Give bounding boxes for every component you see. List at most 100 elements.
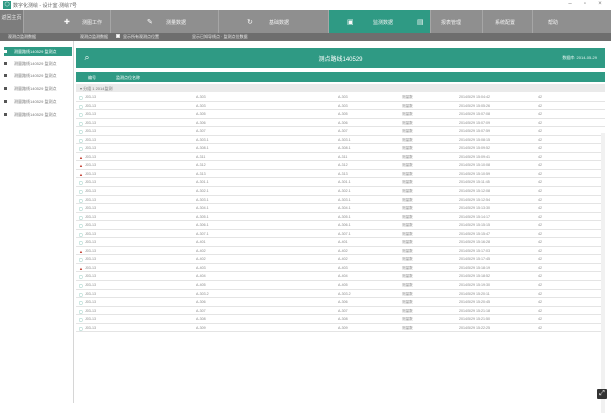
sub-item-obs-data[interactable]: 观测点监测数据 (8, 34, 36, 40)
home-button[interactable]: 返回主页 (0, 10, 24, 33)
table-row[interactable]: ▢J03-13A-305.1A-305.1测量数2014/5/29 15:14:… (76, 213, 605, 222)
expand-icon[interactable]: ⤢ (597, 389, 607, 399)
bullet-icon (4, 62, 7, 65)
nav-item-settings[interactable]: 系统配置 (483, 10, 533, 33)
sub-item-obs-data-2[interactable]: 观测点监测数据 (80, 34, 108, 40)
table-row[interactable]: ▢J03-13A-304.1A-304.1测量数2014/5/29 15:13:… (76, 204, 605, 213)
cell-time: 2014/5/29 15:10:08 (459, 163, 490, 167)
cell-id: J03-13 (85, 121, 96, 125)
sidebar-item-route-2[interactable]: 测量路线140529 监测点 (4, 59, 72, 68)
cell-time: 2014/5/29 15:04:42 (459, 95, 490, 99)
show-all-checkbox[interactable] (116, 34, 120, 38)
table-row[interactable]: ▢J03-13A-404A-404测量数2014/5/29 15:18:5242 (76, 272, 605, 281)
minimize-icon[interactable]: – (565, 1, 575, 7)
cell-adjusted: A-306 (338, 300, 348, 304)
cell-period: 42 (538, 249, 542, 253)
column-header[interactable]: 编号 (88, 75, 96, 81)
show-all-label: 显示所有观测点位置 (123, 34, 159, 40)
nav-item-monitor-data[interactable]: ▣ 监测数据 (329, 10, 431, 33)
table-row[interactable]: ▢J03-13A-307.1A-307.1测量数2014/5/29 15:15:… (76, 230, 605, 239)
table-row[interactable]: ▢J03-13A-308A-308测量数2014/5/29 15:21:5042 (76, 315, 605, 324)
table-row[interactable]: ▲J03-13A-312A-312测量数2014/5/29 15:10:0842 (76, 161, 605, 170)
table-row[interactable]: ▢J03-13A-308.1A-308.1测量数2014/5/29 15:09:… (76, 144, 605, 153)
maximize-icon[interactable]: ▫ (580, 1, 590, 7)
check-icon: ▢ (79, 240, 83, 245)
vertical-scrollbar[interactable] (601, 133, 605, 413)
column-header[interactable]: 监测点位名称 (116, 75, 140, 81)
cell-id: J03-13 (85, 180, 96, 184)
sidebar-item-route-4[interactable]: 测量路线140529 监测点 (4, 84, 72, 93)
table-row[interactable]: ▢J03-13A-302.1A-302.1测量数2014/5/29 15:12:… (76, 187, 605, 196)
cell-status: 测量数 (402, 223, 413, 228)
table-row[interactable]: ▢J03-13A-307A-307测量数2014/5/29 15:07:5942 (76, 127, 605, 136)
check-icon: ▢ (79, 257, 83, 262)
table-row[interactable]: ▲J03-13A-402A-402测量数2014/5/29 15:17:0342 (76, 247, 605, 256)
table-row[interactable]: ▢J03-13A-309A-309测量数2014/5/29 15:22:2542 (76, 324, 605, 333)
cell-time: 2014/5/29 15:15:47 (459, 232, 490, 236)
nav-item-reports[interactable]: ▤ 报表管理 (431, 10, 483, 33)
cell-id: J03-13 (85, 198, 96, 202)
nav-item-measure-data[interactable]: ✎ 测量数据 (111, 10, 219, 33)
check-icon: ▢ (79, 274, 83, 279)
cell-value: A-401 (196, 240, 206, 244)
sidebar-item-label: 测量路线140529 监测点 (14, 112, 56, 118)
table-row[interactable]: ▢J03-13A-303.1A-303.1测量数2014/5/29 15:08:… (76, 136, 605, 145)
table-row[interactable]: ▲J03-13A-311A-311测量数2014/5/29 15:09:4142 (76, 153, 605, 162)
panel-title: 测点路线140529 (76, 54, 605, 63)
check-icon: ▢ (79, 121, 83, 126)
cell-adjusted: A-303.2 (338, 292, 351, 296)
nav-item-help[interactable]: 帮助 (533, 10, 611, 33)
table-row[interactable]: ▢J03-13A-303A-303测量数2014/5/29 15:05:2642 (76, 102, 605, 111)
cell-value: A-303.1 (196, 198, 209, 202)
cell-period: 42 (538, 138, 542, 142)
sidebar-item-route-6[interactable]: 测量路线140529 监测点 (4, 110, 72, 119)
table-row[interactable]: ▲J03-13A-313A-313测量数2014/5/29 15:10:5942 (76, 170, 605, 179)
table-row[interactable]: ▢J03-13A-405A-405测量数2014/5/29 15:19:3042 (76, 281, 605, 290)
cell-value: A-308 (196, 317, 206, 321)
cell-value: A-305.1 (196, 215, 209, 219)
cell-status: 测量数 (402, 206, 413, 211)
group-row[interactable]: ▾ 分组 1 2014监测 (76, 84, 605, 92)
cell-time: 2014/5/29 15:21:18 (459, 309, 490, 313)
close-icon[interactable]: × (595, 1, 605, 7)
table-row[interactable]: ▢J03-13A-301.1A-301.1测量数2014/5/29 15:11:… (76, 178, 605, 187)
table-row[interactable]: ▢J03-13A-303.1A-303.1测量数2014/5/29 15:12:… (76, 196, 605, 205)
table-row[interactable]: ▢J03-13A-306A-306测量数2014/5/29 15:07:0942 (76, 119, 605, 128)
cell-period: 42 (538, 309, 542, 313)
pencil-icon: ✎ (147, 18, 153, 26)
check-icon: ▢ (79, 232, 83, 237)
table-row[interactable]: ▢J03-13A-303.2A-303.2测量数2014/5/29 15:20:… (76, 290, 605, 299)
cell-id: J03-13 (85, 129, 96, 133)
table-row[interactable]: ▢J03-13A-306A-306测量数2014/5/29 15:20:4542 (76, 298, 605, 307)
table-row[interactable]: ▲J03-13A-403A-403测量数2014/5/29 15:18:1942 (76, 264, 605, 273)
cell-id: J03-13 (85, 104, 96, 108)
cell-value: A-307.1 (196, 232, 209, 236)
sub-toolbar: 观测点监测数据 观测点监测数据 显示所有观测点位置 显示已知导线点 · 监测点位… (0, 33, 611, 41)
sidebar-item-route-5[interactable]: 测量路线140529 监测点 (4, 97, 72, 106)
sidebar-item-route-1[interactable]: 测量路线140529 监测点 (4, 47, 72, 56)
table-row[interactable]: ▢J03-13A-402A-402测量数2014/5/29 15:17:4542 (76, 255, 605, 264)
check-icon: ▢ (79, 104, 83, 109)
cell-status: 测量数 (402, 121, 413, 126)
refresh-icon: ↻ (247, 18, 253, 26)
table-row[interactable]: ▢J03-13A-306.1A-306.1测量数2014/5/29 15:15:… (76, 221, 605, 230)
sidebar-item-label: 测量路线140529 监测点 (14, 49, 56, 55)
cell-time: 2014/5/29 15:09:52 (459, 146, 490, 150)
table-row[interactable]: ▢J03-13A-305A-305测量数2014/5/29 15:07:0842 (76, 110, 605, 119)
table-row[interactable]: ▢J03-13A-307A-307测量数2014/5/29 15:21:1842 (76, 307, 605, 316)
cell-time: 2014/5/29 15:17:45 (459, 257, 490, 261)
cell-time: 2014/5/29 15:13:30 (459, 206, 490, 210)
cell-time: 2014/5/29 15:20:45 (459, 300, 490, 304)
cell-adjusted: A-402 (338, 249, 348, 253)
sidebar-item-route-3[interactable]: 测量路线140529 监测点 (4, 71, 72, 80)
table-row[interactable]: ▢J03-13A-303A-303测量数2014/5/29 15:04:4242 (76, 93, 605, 102)
nav-item-base-data[interactable]: ↻ 基础数据 (219, 10, 329, 33)
table-body: ▢J03-13A-303A-303测量数2014/5/29 15:04:4242… (76, 93, 605, 332)
sub-item-known-points[interactable]: 显示已知导线点 · 监测点位数据 (192, 34, 248, 40)
table-row[interactable]: ▢J03-13A-401A-401测量数2014/5/29 15:16:2842 (76, 238, 605, 247)
warning-icon: ▲ (79, 163, 83, 168)
nav-item-survey-work[interactable]: ✚ 测图工作 (24, 10, 111, 33)
bullet-icon (4, 113, 7, 116)
cell-id: J03-13 (85, 215, 96, 219)
cell-adjusted: A-306.1 (338, 223, 351, 227)
